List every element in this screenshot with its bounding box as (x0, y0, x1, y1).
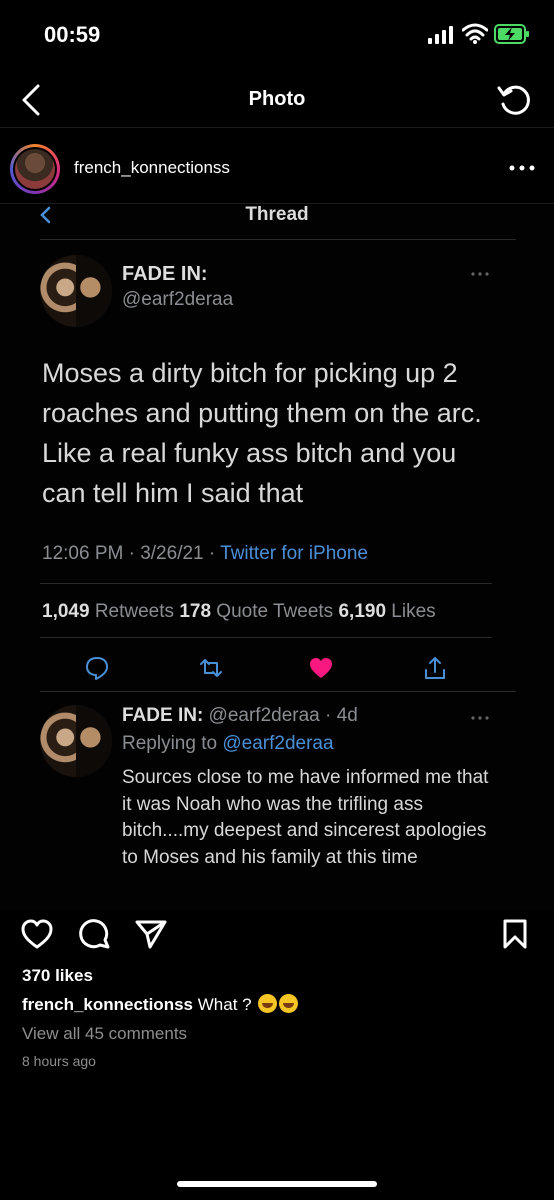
quotes-label: Quote Tweets (211, 601, 339, 622)
caption-text: What ? (197, 995, 252, 1014)
refresh-icon[interactable] (496, 82, 532, 118)
share-icon (425, 657, 445, 679)
likes-count: 6,190 (338, 601, 387, 622)
battery-charging-icon (494, 24, 529, 44)
like-heart-icon[interactable] (20, 918, 54, 950)
likes-label: Likes (386, 601, 436, 622)
tweet-avatar (40, 255, 112, 327)
page-title: Photo (248, 88, 306, 110)
tweet-time: 12:06 PM · 3/26/21 · (42, 543, 221, 564)
tweet-author-name: FADE IN: (122, 263, 208, 285)
divider (40, 691, 516, 692)
reply-icon (86, 657, 108, 680)
home-indicator[interactable] (177, 1181, 377, 1187)
tweet-meta: 12:06 PM · 3/26/21 · Twitter for iPhone (42, 543, 368, 565)
avatar[interactable] (10, 144, 60, 194)
reply-avatar (40, 705, 112, 777)
retweet-icon (200, 659, 222, 677)
reply-author-name: FADE IN: (122, 705, 204, 726)
likes-count[interactable]: 370 likes (22, 966, 93, 986)
replying-prefix: Replying to (122, 733, 223, 754)
reply-author: FADE IN: @earf2deraa · 4d (122, 705, 358, 727)
tweet-more-icon (471, 272, 489, 276)
reply-handle-age: @earf2deraa · 4d (203, 705, 358, 726)
wifi-icon (462, 23, 488, 44)
top-nav: Photo (0, 72, 554, 128)
divider (40, 239, 516, 240)
rofl-emoji-icon (279, 994, 299, 1013)
reply-body: Sources close to me have informed me tha… (122, 767, 489, 868)
post-header: french_konnectionss (0, 132, 554, 204)
tweet-author-handle: @earf2deraa (122, 289, 234, 310)
replying-to: Replying to @earf2deraa (122, 733, 334, 755)
retweets-label: Retweets (89, 601, 180, 622)
retweets-count: 1,049 (42, 601, 90, 622)
post-timestamp: 8 hours ago (22, 1053, 96, 1069)
tweet-source: Twitter for iPhone (220, 543, 368, 564)
replying-mention: @earf2deraa (222, 733, 334, 754)
rofl-emoji-icon (258, 994, 278, 1013)
send-icon[interactable] (134, 918, 168, 950)
bookmark-icon[interactable] (500, 918, 530, 950)
divider (40, 583, 492, 584)
view-comments-link[interactable]: View all 45 comments (22, 1024, 187, 1044)
tweet-body: Moses a dirty bitch for picking up 2 roa… (42, 358, 482, 508)
divider (40, 637, 492, 638)
more-options-icon[interactable] (506, 156, 538, 180)
like-heart-icon (310, 658, 332, 678)
caption-username[interactable]: french_konnectionss (22, 995, 193, 1014)
quotes-count: 178 (179, 601, 212, 622)
post-username[interactable]: french_konnectionss (74, 158, 230, 178)
tweet-stats: 1,049 Retweets 178 Quote Tweets 6,190 Li… (42, 601, 436, 623)
post-photo[interactable]: Thread FADE IN: @earf2deraa Moses a dirt… (0, 204, 554, 910)
reply-more-icon (471, 716, 489, 720)
comment-icon[interactable] (78, 918, 112, 950)
status-bar: 00:59 (0, 0, 554, 70)
caption: french_konnectionss What ? (22, 994, 299, 1015)
thread-title: Thread (245, 204, 309, 225)
cellular-signal-icon (428, 26, 453, 44)
status-time: 00:59 (44, 22, 101, 47)
